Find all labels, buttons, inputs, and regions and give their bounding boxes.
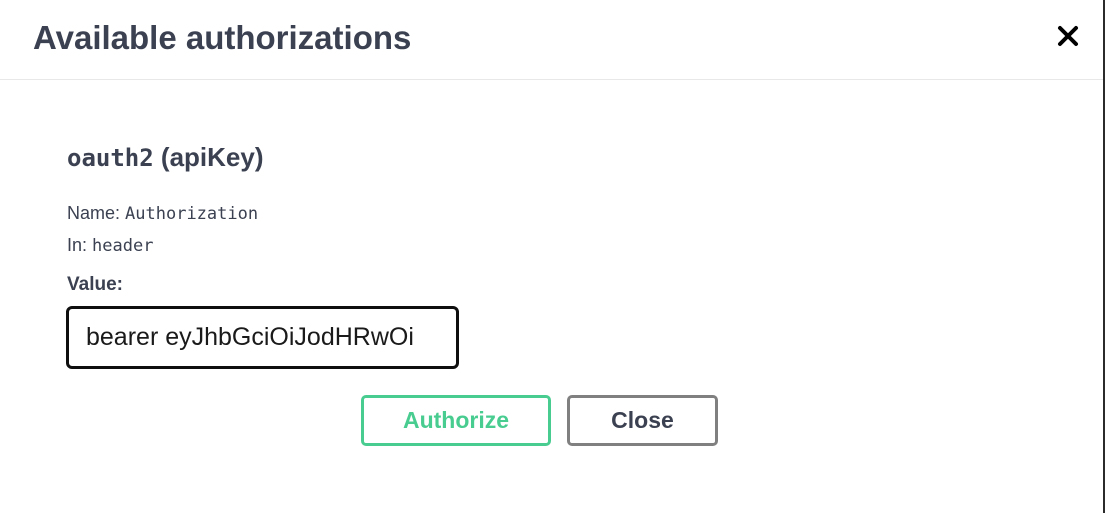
name-label: Name: (67, 203, 126, 223)
modal-title: Available authorizations (33, 19, 412, 56)
modal-header: Available authorizations (0, 0, 1103, 80)
scheme-in-row: In: header (67, 235, 153, 256)
value-input[interactable] (66, 306, 459, 369)
auth-modal: Available authorizations oauth2 (apiKey)… (0, 0, 1103, 513)
scheme-title: oauth2 (apiKey) (67, 142, 264, 173)
name-value: Authorization (125, 204, 259, 224)
window-edge (1103, 0, 1105, 513)
value-label: Value: (67, 274, 123, 295)
in-value: header (92, 236, 154, 256)
scheme-type: (apiKey) (153, 142, 264, 172)
scheme-name-code: oauth2 (67, 144, 154, 172)
close-button[interactable]: Close (567, 395, 718, 446)
authorize-button[interactable]: Authorize (361, 395, 551, 446)
scheme-name-row: Name: Authorization (67, 203, 258, 224)
close-x-icon[interactable] (1054, 22, 1082, 50)
in-label: In: (67, 235, 93, 255)
